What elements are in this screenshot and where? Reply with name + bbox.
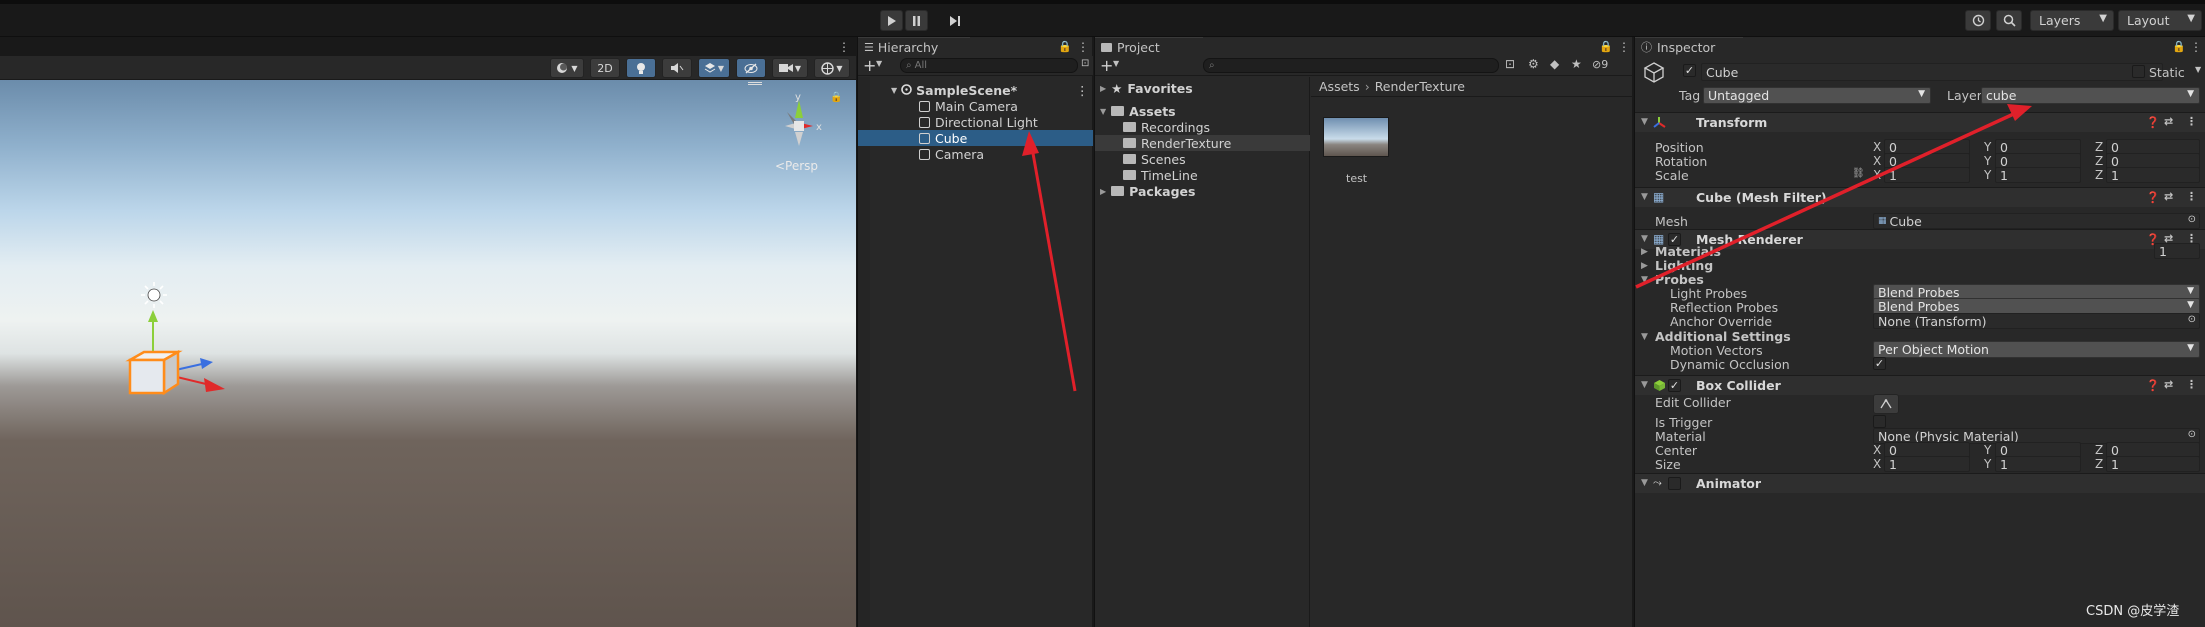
watermark: CSDN @皮学渣 [2086,604,2180,619]
arrow-to-layer-field [1635,104,2032,289]
annotation-arrows [1022,104,2032,392]
arrow-to-cube-item [1022,131,1077,392]
